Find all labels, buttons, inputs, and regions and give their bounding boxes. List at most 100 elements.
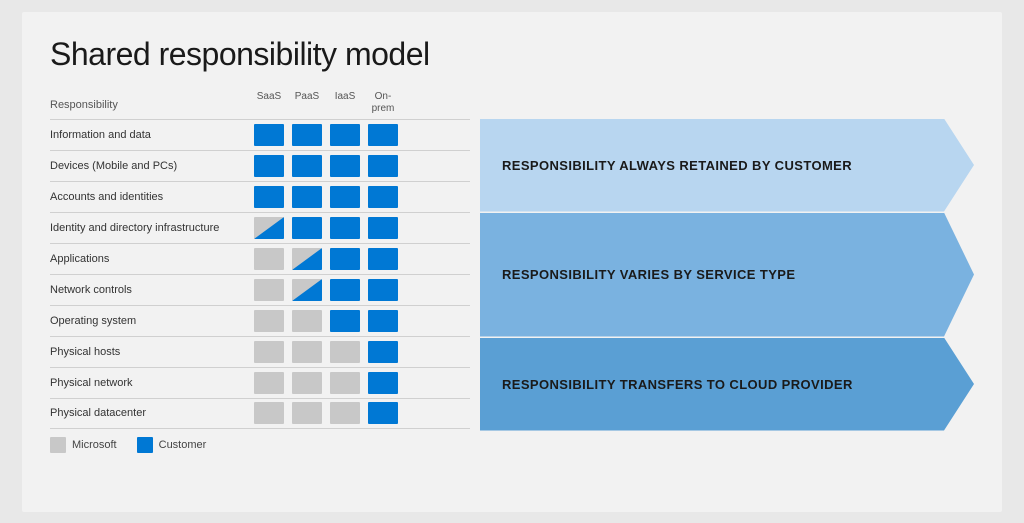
- cell-blue: [292, 217, 322, 239]
- cell: [326, 245, 364, 273]
- table-row: Physical datacenter: [50, 398, 470, 429]
- cell: [288, 338, 326, 366]
- cell: [326, 121, 364, 149]
- cell: [326, 307, 364, 335]
- cell-blue: [330, 248, 360, 270]
- cell: [288, 399, 326, 427]
- cell: [250, 399, 288, 427]
- cell-blue: [330, 186, 360, 208]
- cell-gray: [254, 248, 284, 270]
- cell: [250, 121, 288, 149]
- cell: [250, 183, 288, 211]
- banner-1: RESPONSIBILITY ALWAYS RETAINED BY CUSTOM…: [480, 119, 974, 212]
- cell-blue: [368, 310, 398, 332]
- cell-blue: [368, 217, 398, 239]
- row-label: Applications: [50, 253, 250, 265]
- banner-text: RESPONSIBILITY TRANSFERS TO CLOUD PROVID…: [502, 377, 853, 392]
- cell-gray: [254, 341, 284, 363]
- cell: [326, 369, 364, 397]
- cell-diagonal: [254, 217, 284, 239]
- banner-2: RESPONSIBILITY VARIES BY SERVICE TYPE: [480, 213, 974, 337]
- cell-diagonal: [292, 248, 322, 270]
- table-section: Responsibility SaaS PaaS IaaS On-prem In…: [50, 91, 470, 461]
- legend-microsoft: Microsoft: [50, 437, 117, 453]
- cell-blue: [254, 186, 284, 208]
- row-label: Devices (Mobile and PCs): [50, 160, 250, 172]
- cell: [326, 214, 364, 242]
- row-cells: [250, 183, 402, 211]
- cell: [364, 183, 402, 211]
- cell-blue: [254, 124, 284, 146]
- responsibility-header: Responsibility: [50, 99, 250, 115]
- row-label: Physical network: [50, 377, 250, 389]
- banner-wrapper: RESPONSIBILITY TRANSFERS TO CLOUD PROVID…: [480, 338, 974, 431]
- legend-customer: Customer: [137, 437, 207, 453]
- cell: [364, 369, 402, 397]
- cell-blue: [368, 279, 398, 301]
- cell-diagonal: [292, 279, 322, 301]
- banner-wrapper: RESPONSIBILITY VARIES BY SERVICE TYPE: [480, 213, 974, 337]
- cell-blue: [292, 186, 322, 208]
- cell: [288, 214, 326, 242]
- table-row: Identity and directory infrastructure: [50, 212, 470, 243]
- row-cells: [250, 338, 402, 366]
- cell: [364, 276, 402, 304]
- cell-gray: [292, 372, 322, 394]
- cell-blue: [254, 155, 284, 177]
- banners-section: RESPONSIBILITY ALWAYS RETAINED BY CUSTOM…: [470, 91, 974, 461]
- row-label: Physical hosts: [50, 346, 250, 358]
- legend-microsoft-label: Microsoft: [72, 439, 117, 451]
- cell: [288, 183, 326, 211]
- cell-blue: [368, 402, 398, 424]
- col-paas: PaaS: [288, 91, 326, 115]
- table-row: Accounts and identities: [50, 181, 470, 212]
- cell: [288, 307, 326, 335]
- cell: [364, 399, 402, 427]
- cell-blue: [330, 124, 360, 146]
- cell-gray: [254, 372, 284, 394]
- row-label: Operating system: [50, 315, 250, 327]
- cell-gray: [330, 402, 360, 424]
- legend-customer-box: [137, 437, 153, 453]
- cell-gray: [292, 310, 322, 332]
- cell: [288, 245, 326, 273]
- cell-blue: [368, 124, 398, 146]
- cell: [250, 307, 288, 335]
- cell: [326, 183, 364, 211]
- banner-text: RESPONSIBILITY ALWAYS RETAINED BY CUSTOM…: [502, 158, 852, 173]
- slide: Shared responsibility model Responsibili…: [22, 12, 1002, 512]
- col-headers: SaaS PaaS IaaS On-prem: [250, 91, 402, 115]
- content-area: Responsibility SaaS PaaS IaaS On-prem In…: [50, 91, 974, 461]
- legend-customer-label: Customer: [159, 439, 207, 451]
- table-row: Devices (Mobile and PCs): [50, 150, 470, 181]
- cell-gray: [330, 372, 360, 394]
- legend: Microsoft Customer: [50, 437, 470, 453]
- cell-gray: [292, 341, 322, 363]
- legend-microsoft-box: [50, 437, 66, 453]
- cell: [326, 399, 364, 427]
- cell-blue: [368, 186, 398, 208]
- table-row: Network controls: [50, 274, 470, 305]
- cell: [364, 214, 402, 242]
- cell: [288, 121, 326, 149]
- cell: [250, 338, 288, 366]
- col-onprem: On-prem: [364, 91, 402, 115]
- row-label: Network controls: [50, 284, 250, 296]
- banner-text: RESPONSIBILITY VARIES BY SERVICE TYPE: [502, 267, 795, 282]
- cell-gray: [254, 402, 284, 424]
- cell-blue: [368, 248, 398, 270]
- row-cells: [250, 399, 402, 427]
- row-cells: [250, 307, 402, 335]
- cell-blue: [330, 279, 360, 301]
- banner-3: RESPONSIBILITY TRANSFERS TO CLOUD PROVID…: [480, 338, 974, 431]
- col-iaas: IaaS: [326, 91, 364, 115]
- cell: [250, 369, 288, 397]
- row-cells: [250, 276, 402, 304]
- cell-blue: [292, 124, 322, 146]
- cell-blue: [368, 372, 398, 394]
- cell: [364, 338, 402, 366]
- row-label: Information and data: [50, 129, 250, 141]
- row-cells: [250, 152, 402, 180]
- cell-blue: [368, 341, 398, 363]
- row-label: Accounts and identities: [50, 191, 250, 203]
